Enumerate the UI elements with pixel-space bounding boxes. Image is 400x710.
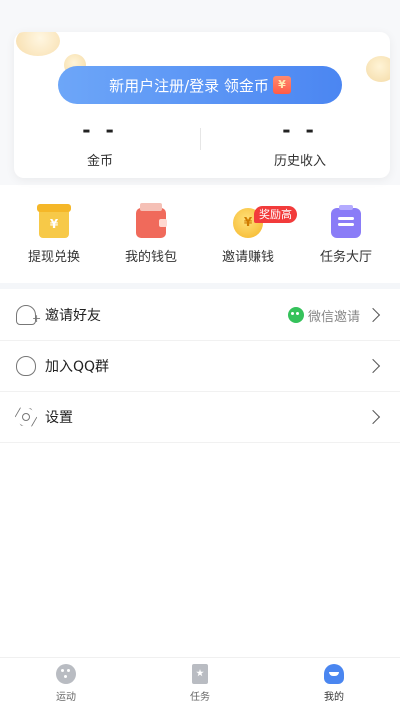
quick-action-label: 我的钱包 bbox=[124, 250, 177, 265]
coin-decoration bbox=[16, 32, 60, 56]
wechat-icon bbox=[287, 307, 304, 323]
chevron-right-icon bbox=[365, 358, 381, 374]
chevron-right-icon bbox=[365, 307, 381, 323]
high-reward-badge: 奖励高 bbox=[254, 206, 297, 223]
quick-action-label: 提现兑换 bbox=[27, 250, 80, 265]
tab-label: 我的 bbox=[324, 692, 344, 703]
quick-action-label: 任务大厅 bbox=[319, 250, 372, 265]
section-divider bbox=[0, 283, 400, 289]
wechat-invite-label: 微信邀请 bbox=[307, 309, 360, 325]
coin-decoration bbox=[366, 56, 390, 82]
task-list-icon bbox=[331, 205, 361, 238]
wallet-icon bbox=[136, 203, 167, 238]
tab-label: 运动 bbox=[56, 692, 76, 703]
menu-item-settings[interactable]: 设置 bbox=[0, 392, 400, 443]
coin-exchange-icon bbox=[37, 204, 71, 238]
account-card: 新用户注册/登录 领金币 - - 金币 - - 历史收入 bbox=[14, 32, 390, 178]
bottom-tab-bar: 运动 任务 我的 bbox=[0, 657, 400, 710]
tab-tasks[interactable]: 任务 bbox=[160, 664, 240, 703]
quick-actions: 提现兑换 我的钱包 邀请赚钱 任务大厅 bbox=[0, 203, 400, 278]
menu-item-label: 邀请好友 bbox=[45, 308, 101, 324]
menu-item-join-qq-group[interactable]: 加入QQ群 bbox=[0, 341, 400, 392]
task-bookmark-icon bbox=[192, 664, 208, 684]
tab-me[interactable]: 我的 bbox=[294, 664, 374, 703]
profile-icon bbox=[324, 664, 344, 684]
tab-sport[interactable]: 运动 bbox=[26, 664, 106, 703]
chevron-right-icon bbox=[365, 409, 381, 425]
quick-action-wallet[interactable]: 我的钱包 bbox=[103, 203, 199, 265]
plus-icon: + bbox=[32, 312, 42, 325]
quick-action-withdraw[interactable]: 提现兑换 bbox=[6, 204, 102, 265]
wechat-invite[interactable]: 微信邀请 bbox=[287, 306, 360, 325]
income-history-value: - - bbox=[282, 118, 318, 142]
coins-stat[interactable]: - - 金币 bbox=[20, 118, 180, 169]
qq-icon bbox=[16, 356, 36, 376]
coins-label: 金币 bbox=[86, 154, 113, 169]
coins-value: - - bbox=[82, 118, 118, 142]
sport-icon bbox=[56, 664, 76, 684]
tab-label: 任务 bbox=[190, 692, 210, 703]
menu-item-label: 设置 bbox=[45, 410, 73, 426]
income-history-stat[interactable]: - - 历史收入 bbox=[220, 118, 380, 169]
register-login-button[interactable]: 新用户注册/登录 领金币 bbox=[58, 66, 342, 104]
income-history-label: 历史收入 bbox=[273, 154, 326, 169]
quick-action-label: 邀请赚钱 bbox=[221, 250, 274, 265]
register-login-label: 新用户注册/登录 领金币 bbox=[109, 76, 269, 95]
settings-menu: + 邀请好友 微信邀请 加入QQ群 设置 bbox=[0, 290, 400, 443]
menu-item-label: 加入QQ群 bbox=[45, 359, 110, 375]
stat-divider bbox=[200, 128, 201, 150]
quick-action-task-hall[interactable]: 任务大厅 bbox=[298, 205, 394, 265]
menu-item-invite-friends[interactable]: + 邀请好友 微信邀请 bbox=[0, 290, 400, 341]
gear-center-icon bbox=[22, 413, 30, 421]
red-envelope-icon bbox=[272, 76, 291, 94]
